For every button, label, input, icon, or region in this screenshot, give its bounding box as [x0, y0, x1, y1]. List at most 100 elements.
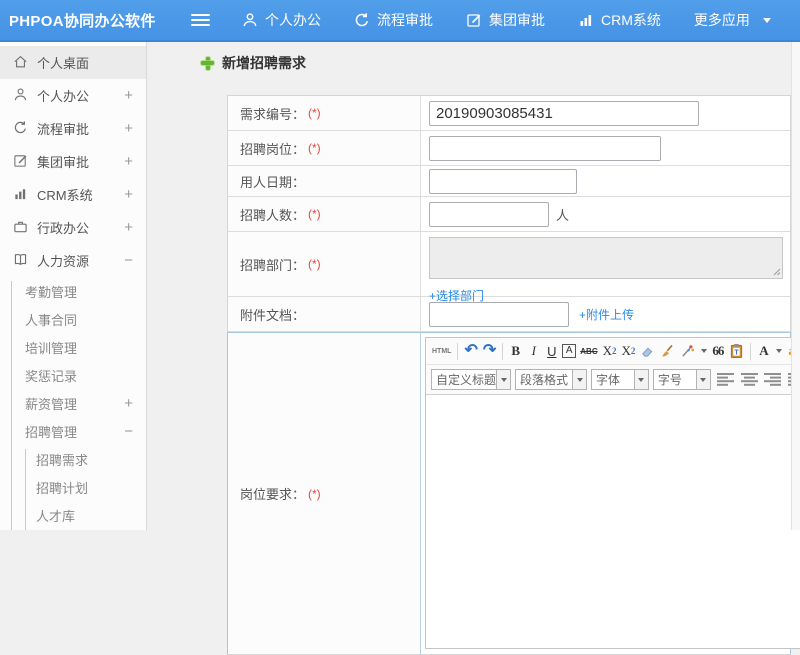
- strikethrough-button[interactable]: ABC: [579, 341, 598, 361]
- format-painter-icon[interactable]: [679, 341, 696, 361]
- nav-group-approval[interactable]: 集团审批: [466, 10, 545, 30]
- position-input[interactable]: [429, 135, 661, 161]
- superscript-button[interactable]: X2: [602, 341, 618, 361]
- sidebar-item-training[interactable]: 培训管理: [0, 333, 146, 361]
- process-icon: [354, 12, 370, 28]
- sidebar-item-reward-punish[interactable]: 奖惩记录: [0, 361, 146, 389]
- attachment-input[interactable]: [429, 301, 569, 327]
- custom-title-dropdown[interactable]: 自定义标题: [431, 369, 511, 390]
- toolbar-separator: [502, 342, 504, 360]
- edit-icon: [466, 12, 482, 28]
- sidebar-item-crm[interactable]: CRM系统 +: [0, 178, 146, 211]
- resize-grip-icon[interactable]: [773, 264, 781, 279]
- field-label-position: 招聘岗位： (*): [228, 131, 421, 165]
- bar-chart-icon: [578, 12, 594, 28]
- vertical-scrollbar[interactable]: [791, 42, 800, 530]
- sidebar-item-hr-contract[interactable]: 人事合同: [0, 305, 146, 333]
- field-label-demand-no: 需求编号： (*): [228, 96, 421, 130]
- book-icon: [13, 252, 28, 270]
- sidebar-item-workflow-approval[interactable]: 流程审批 +: [0, 112, 146, 145]
- field-label-attachment: 附件文档：: [228, 297, 421, 331]
- indent-guide: [11, 281, 12, 530]
- required-mark: (*): [308, 141, 321, 155]
- dept-textarea[interactable]: [429, 237, 783, 279]
- sidebar: 个人桌面 个人办公 + 流程审批 + 集团审批 + CRM系统 + 行政办公 +: [0, 42, 147, 530]
- required-mark: (*): [308, 207, 321, 221]
- count-input[interactable]: [429, 201, 549, 227]
- font-family-dropdown[interactable]: 字体: [591, 369, 649, 390]
- form-row-dept: 招聘部门： (*) +选择部门: [228, 232, 790, 303]
- align-left-icon[interactable]: [717, 370, 735, 390]
- field-label-count: 招聘人数： (*): [228, 197, 421, 231]
- nav-crm-system[interactable]: CRM系统: [578, 10, 661, 30]
- form-row-requirement: 岗位要求： (*) HTML B I U A ABC: [228, 332, 800, 654]
- font-color-button[interactable]: A: [756, 341, 771, 361]
- svg-text:T: T: [735, 349, 740, 356]
- italic-button[interactable]: I: [526, 341, 541, 361]
- briefcase-icon: [13, 219, 28, 237]
- toolbar-separator: [750, 342, 752, 360]
- caret-down-icon: [633, 370, 648, 389]
- plus-icon: [201, 56, 214, 70]
- user-icon: [13, 87, 28, 105]
- sidebar-item-recruit-demand[interactable]: 招聘需求: [0, 445, 146, 473]
- blockquote-button[interactable]: 66: [710, 341, 725, 361]
- edit-icon: [13, 153, 28, 171]
- sidebar-item-desktop[interactable]: 个人桌面: [0, 46, 146, 79]
- bar-chart-icon: [13, 186, 28, 204]
- align-right-icon[interactable]: [764, 370, 782, 390]
- upload-attachment-link[interactable]: +附件上传: [579, 306, 634, 323]
- rich-text-editor: HTML B I U A ABC X2 X2: [425, 337, 800, 649]
- caret-down-icon[interactable]: [776, 349, 783, 353]
- form-row-date: 用人日期：: [228, 166, 790, 197]
- underline-button[interactable]: U: [544, 341, 559, 361]
- nav-personal-office[interactable]: 个人办公: [242, 10, 321, 30]
- form-row-position: 招聘岗位： (*): [228, 131, 790, 166]
- paragraph-format-dropdown[interactable]: 段落格式: [515, 369, 588, 390]
- autotypeset-button[interactable]: A: [562, 344, 577, 358]
- page-title: 新增招聘需求: [201, 53, 306, 73]
- caret-down-icon: [762, 17, 771, 23]
- nav-workflow-approval[interactable]: 流程审批: [354, 10, 433, 30]
- top-nav: 个人办公 流程审批 集团审批 CRM系统 更多应用: [242, 10, 771, 30]
- caret-down-icon: [572, 370, 587, 389]
- hamburger-menu-icon[interactable]: [191, 14, 210, 26]
- recruit-demand-form: 需求编号： (*) 招聘岗位： (*) 用人日期：: [227, 95, 800, 655]
- caret-down-icon: [695, 370, 710, 389]
- format-brush-icon[interactable]: [659, 341, 676, 361]
- font-size-dropdown[interactable]: 字号: [652, 369, 711, 390]
- sidebar-item-recruit-plan[interactable]: 招聘计划: [0, 473, 146, 501]
- required-mark: (*): [308, 486, 321, 501]
- sidebar-item-talent-pool[interactable]: 人才库: [0, 501, 146, 529]
- sidebar-item-salary[interactable]: 薪资管理 +: [0, 389, 146, 417]
- field-label-dept: 招聘部门： (*): [228, 232, 421, 296]
- editor-toolbar-1: HTML B I U A ABC X2 X2: [426, 338, 800, 365]
- sidebar-item-group-approval[interactable]: 集团审批 +: [0, 145, 146, 178]
- sidebar-item-personal-office[interactable]: 个人办公 +: [0, 79, 146, 112]
- field-label-requirement: 岗位要求： (*): [228, 333, 421, 654]
- sidebar-item-admin-office[interactable]: 行政办公 +: [0, 211, 146, 244]
- html-source-button[interactable]: HTML: [431, 341, 452, 361]
- paste-text-icon[interactable]: T: [728, 341, 745, 361]
- redo-icon[interactable]: [482, 341, 497, 361]
- sidebar-item-recruit-mgmt[interactable]: 招聘管理 −: [0, 417, 146, 445]
- form-row-count: 招聘人数： (*) 人: [228, 197, 790, 232]
- bold-button[interactable]: B: [508, 341, 523, 361]
- demand-no-input[interactable]: [429, 100, 699, 126]
- undo-icon[interactable]: [463, 341, 478, 361]
- nav-more-apps[interactable]: 更多应用: [694, 10, 771, 30]
- subscript-button[interactable]: X2: [621, 341, 637, 361]
- sidebar-item-attendance[interactable]: 考勤管理: [0, 277, 146, 305]
- editor-content-area[interactable]: [426, 394, 800, 648]
- app-title: PHPOA协同办公软件: [9, 12, 156, 30]
- sidebar-item-hr[interactable]: 人力资源 −: [0, 244, 146, 277]
- form-row-attachment: 附件文档： +附件上传: [228, 297, 790, 332]
- caret-down-icon[interactable]: [701, 349, 708, 353]
- eraser-icon[interactable]: [639, 341, 656, 361]
- indent-guide: [25, 449, 26, 530]
- align-center-icon[interactable]: [740, 370, 758, 390]
- toolbar-separator: [457, 342, 459, 360]
- user-icon: [242, 12, 258, 28]
- date-input[interactable]: [429, 168, 577, 194]
- home-icon: [13, 54, 28, 72]
